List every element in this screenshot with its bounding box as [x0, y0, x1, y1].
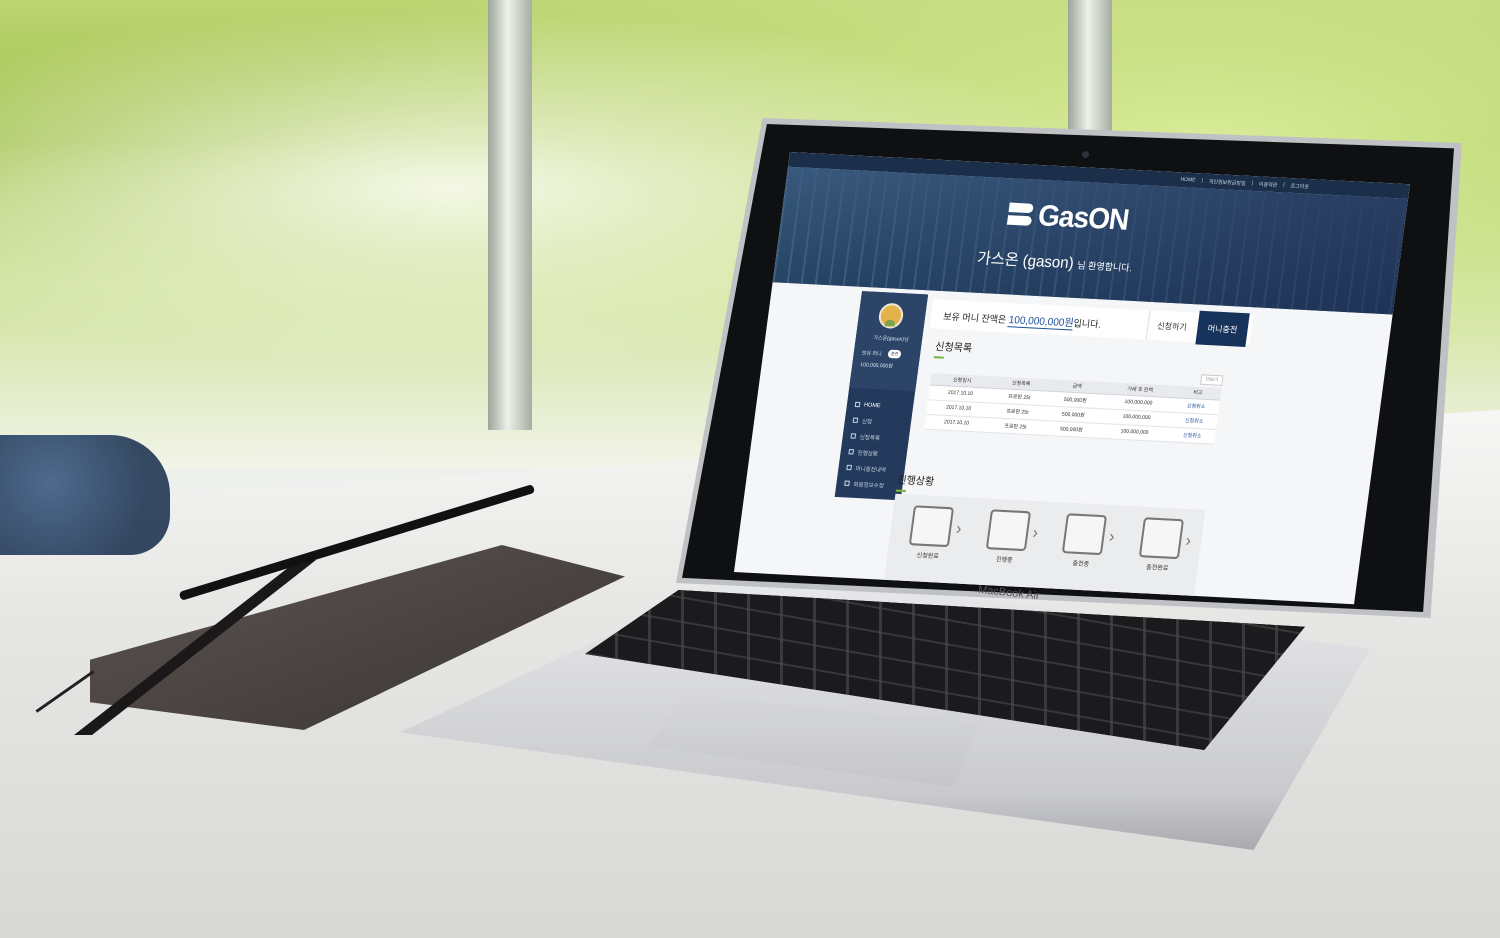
charge-badge-button[interactable]: 충전 [887, 349, 902, 359]
progress-step: › 진행중 [967, 508, 1045, 585]
balance-suffix: 입니다. [1072, 317, 1102, 330]
sidebar-item-label: HOME [863, 401, 881, 409]
balance-amount: 100,000,000원 [1007, 314, 1075, 331]
charge-money-button[interactable]: 머니충전 [1195, 310, 1250, 347]
apply-button[interactable]: 신청하기 [1145, 310, 1198, 343]
step-label: 충전중 [1071, 561, 1090, 569]
wallet-icon [846, 464, 852, 471]
avatar [877, 302, 905, 330]
progress-step: › 충전완료 [1120, 516, 1198, 593]
money-value: 100,000,000원 [859, 361, 894, 370]
sidebar-item-label: 회원정보수정 [852, 481, 885, 490]
apply-list-section: 신청목록 더보기 신청일시 신청목록 금액 거래 후 잔액 비고 2017.10… [924, 337, 1237, 445]
logo-text: GasON [1036, 198, 1131, 237]
more-button[interactable]: 더보기 [1200, 374, 1224, 386]
chevron-right-icon: › [954, 520, 963, 539]
step-label: 충전완료 [1145, 564, 1169, 573]
cell-balance: 100,000,000 [1098, 422, 1171, 442]
profile-card: 가스온(gason)님 보유 머니 충전 100,000,000원 [849, 291, 929, 392]
nav-separator: | [1251, 180, 1254, 187]
money-label: 보유 머니 [861, 350, 883, 358]
nav-separator: | [1201, 177, 1204, 185]
cell-date: 2017.10.10 [924, 413, 989, 432]
sidebar-item-label: 신청 [861, 418, 873, 426]
sidebar-item-profile-edit[interactable]: 회원정보수정 [835, 475, 903, 494]
charging-truck-icon: › [1062, 513, 1116, 556]
cancel-link[interactable]: 신청취소 [1168, 426, 1217, 444]
application-icon: › [909, 505, 963, 548]
sidebar-item-label: 진행상황 [857, 449, 879, 458]
cell-item: 프로판 25t [986, 417, 1045, 435]
nav-link-logout[interactable]: 로그아웃 [1290, 182, 1309, 190]
camera-icon [1082, 151, 1089, 158]
home-icon [854, 401, 861, 408]
welcome-name: 가스온 (gason) [976, 249, 1075, 273]
sidebar-item-label: 머니충전내역 [855, 465, 887, 474]
chevron-right-icon: › [1107, 528, 1116, 547]
chevron-right-icon: › [1184, 532, 1193, 551]
nav-link-privacy[interactable]: 개인정보취급방침 [1208, 178, 1246, 187]
cushion [0, 435, 170, 555]
nav-separator: | [1282, 181, 1286, 189]
welcome-suffix: 님 환영합니다. [1076, 260, 1133, 274]
pencil-icon [852, 417, 859, 424]
sidebar: 가스온(gason)님 보유 머니 충전 100,000,000원 HOME 신… [834, 291, 929, 501]
building-icon: › [1138, 517, 1192, 560]
nav-link-terms[interactable]: 이용약관 [1258, 180, 1277, 188]
logo[interactable]: GasON [1006, 197, 1130, 237]
progress-section: 진행상황 › 신청완료 › 진행중 › 충전중 › 충전완료 [882, 471, 1219, 605]
window-pole [488, 0, 532, 430]
step-label: 진행중 [995, 557, 1013, 565]
document-icon [850, 433, 857, 439]
title-underline [895, 489, 907, 493]
balance-prefix: 보유 머니 잔액은 [942, 310, 1010, 325]
title-underline [933, 356, 944, 359]
logo-mark-icon [1007, 203, 1036, 227]
sidebar-item-label: 신청목록 [859, 434, 881, 442]
chevron-right-icon: › [1031, 524, 1040, 543]
step-label: 신청완료 [916, 552, 940, 561]
user-name: 가스온(gason)님 [872, 335, 910, 344]
progress-step: › 신청완료 [890, 505, 968, 582]
gas-tank-icon: › [985, 509, 1039, 552]
welcome-message: 가스온 (gason) 님 환영합니다. [976, 246, 1134, 276]
progress-step: › 충전중 [1043, 512, 1121, 589]
truck-icon [848, 448, 855, 455]
nav-link-home[interactable]: HOME [1180, 177, 1196, 184]
web-page: HOME | 개인정보취급방침 | 이용약관 | 로그아웃 GasON 가스온 … [734, 152, 1410, 605]
cell-amount: 500,000원 [1042, 420, 1101, 438]
balance-text: 보유 머니 잔액은 100,000,000원입니다. [931, 306, 1103, 331]
user-icon [844, 480, 850, 487]
apply-table: 신청일시 신청목록 금액 거래 후 잔액 비고 2017.10.10 프로판 2… [924, 372, 1222, 445]
